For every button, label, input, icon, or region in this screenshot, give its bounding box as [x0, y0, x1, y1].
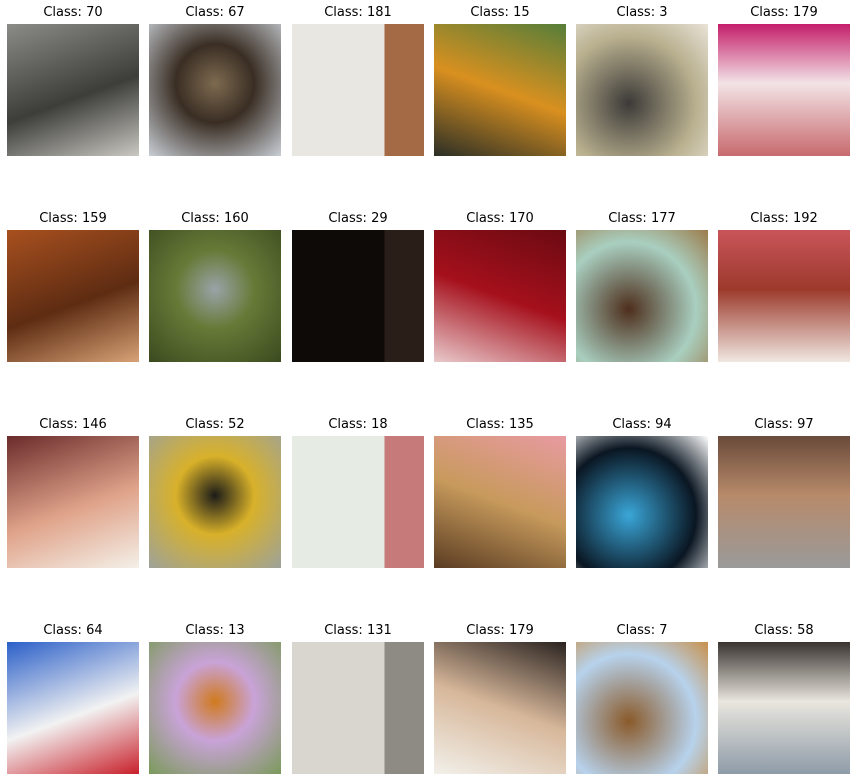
class-caption: Class: 58	[754, 623, 814, 638]
class-caption: Class: 18	[328, 417, 388, 432]
class-caption: Class: 70	[43, 5, 103, 20]
class-caption: Class: 64	[43, 623, 103, 638]
class-caption: Class: 181	[324, 5, 392, 20]
thumbnail-image	[718, 642, 850, 774]
class-caption: Class: 67	[185, 5, 245, 20]
class-caption: Class: 15	[470, 5, 530, 20]
thumbnail-image	[718, 24, 850, 156]
thumbnail-image	[434, 230, 566, 362]
thumbnail-image	[576, 436, 708, 568]
thumbnail-image	[292, 642, 424, 774]
class-caption: Class: 146	[39, 417, 107, 432]
thumbnail-image	[434, 642, 566, 774]
thumbnail-image	[718, 230, 850, 362]
thumbnail-image	[576, 230, 708, 362]
class-caption: Class: 159	[39, 211, 107, 226]
class-caption: Class: 94	[612, 417, 672, 432]
class-caption: Class: 13	[185, 623, 245, 638]
class-caption: Class: 7	[616, 623, 668, 638]
thumbnail-image	[7, 436, 139, 568]
class-caption: Class: 97	[754, 417, 814, 432]
class-caption: Class: 179	[750, 5, 818, 20]
class-caption: Class: 52	[185, 417, 245, 432]
thumbnail-image	[7, 24, 139, 156]
thumbnail-image	[149, 436, 281, 568]
thumbnail-image	[718, 436, 850, 568]
class-caption: Class: 131	[324, 623, 392, 638]
thumbnail-image	[292, 230, 424, 362]
class-caption: Class: 3	[616, 5, 668, 20]
class-caption: Class: 135	[466, 417, 534, 432]
thumbnail-image	[7, 642, 139, 774]
thumbnail-image	[576, 642, 708, 774]
thumbnail-image	[434, 436, 566, 568]
class-caption: Class: 29	[328, 211, 388, 226]
class-caption: Class: 177	[608, 211, 676, 226]
thumbnail-image	[149, 24, 281, 156]
thumbnail-image	[149, 230, 281, 362]
class-caption: Class: 170	[466, 211, 534, 226]
thumbnail-image	[292, 24, 424, 156]
class-caption: Class: 160	[181, 211, 249, 226]
thumbnail-image	[149, 642, 281, 774]
thumbnail-image	[434, 24, 566, 156]
class-caption: Class: 192	[750, 211, 818, 226]
thumbnail-image	[292, 436, 424, 568]
thumbnail-image	[576, 24, 708, 156]
thumbnail-image	[7, 230, 139, 362]
class-caption: Class: 179	[466, 623, 534, 638]
